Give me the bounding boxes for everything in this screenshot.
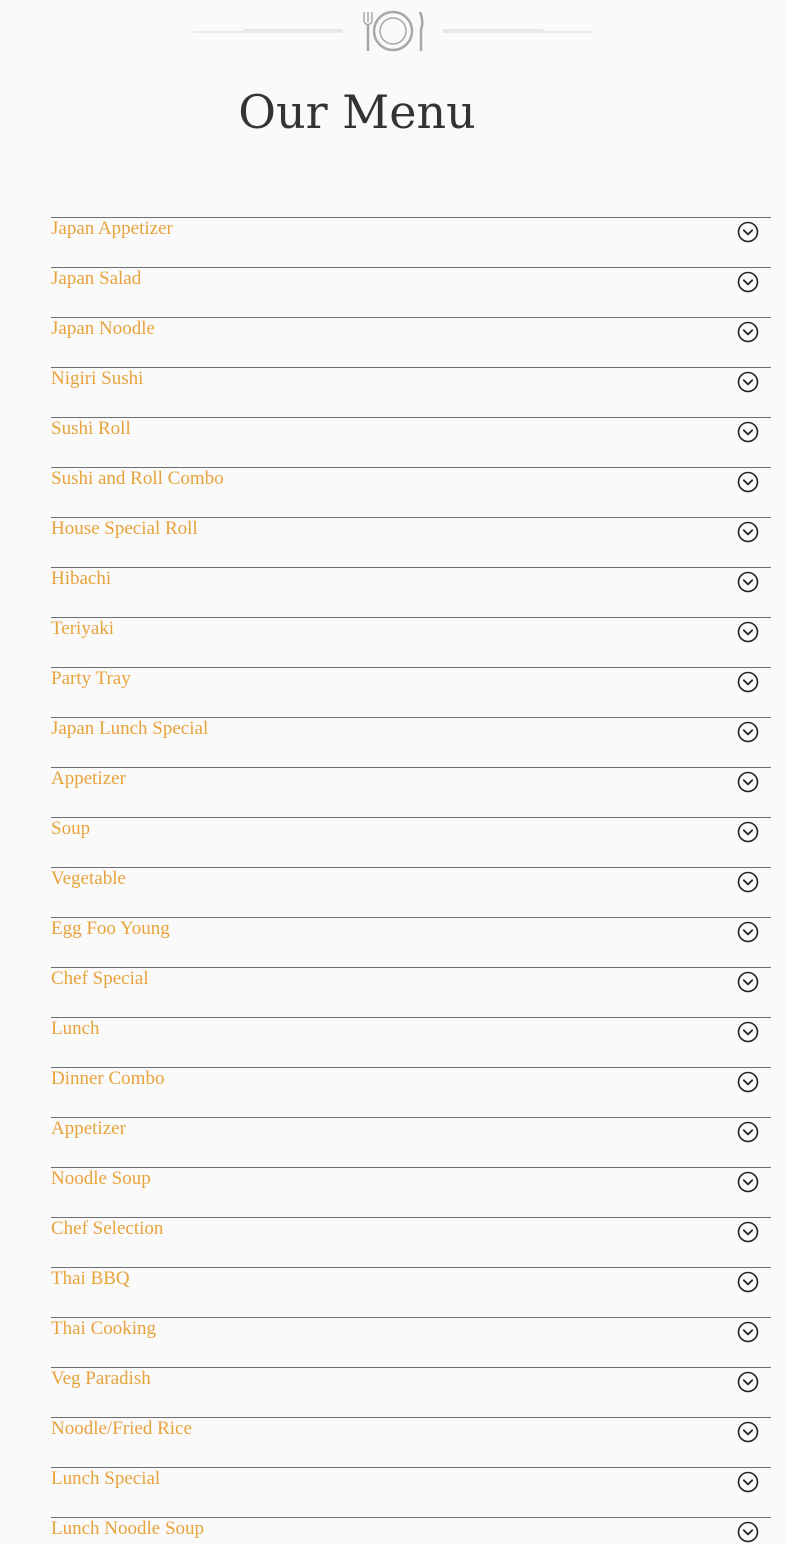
chevron-down-circle-icon[interactable] xyxy=(737,1421,759,1443)
chevron-down-circle-icon[interactable] xyxy=(737,521,759,543)
menu-category-item[interactable]: Appetizer xyxy=(51,767,771,817)
menu-category-item[interactable]: Chef Selection xyxy=(51,1217,771,1267)
menu-category-item[interactable]: House Special Roll xyxy=(51,517,771,567)
chevron-down-circle-icon[interactable] xyxy=(737,721,759,743)
menu-category-item[interactable]: Japan Salad xyxy=(51,267,771,317)
chevron-down-circle-icon[interactable] xyxy=(737,771,759,793)
menu-category-label: Lunch xyxy=(51,1018,100,1039)
menu-category-label: Dinner Combo xyxy=(51,1068,165,1089)
plate-fork-knife-icon xyxy=(193,10,593,52)
menu-category-label: Egg Foo Young xyxy=(51,918,170,939)
menu-category-label: Japan Salad xyxy=(51,268,142,289)
menu-category-item[interactable]: Soup xyxy=(51,817,771,867)
menu-category-label: Japan Lunch Special xyxy=(51,718,209,739)
menu-category-item[interactable]: Vegetable xyxy=(51,867,771,917)
menu-category-item[interactable]: Noodle/Fried Rice xyxy=(51,1417,771,1467)
menu-category-item[interactable]: Sushi and Roll Combo xyxy=(51,467,771,517)
menu-category-item[interactable]: Chef Special xyxy=(51,967,771,1017)
menu-category-label: Japan Noodle xyxy=(51,318,155,339)
chevron-down-circle-icon[interactable] xyxy=(737,971,759,993)
menu-category-item[interactable]: Dinner Combo xyxy=(51,1067,771,1117)
menu-category-label: Chef Selection xyxy=(51,1218,164,1239)
chevron-down-circle-icon[interactable] xyxy=(737,571,759,593)
menu-category-list: Japan Appetizer Japan Salad Japan Noodle… xyxy=(51,217,771,1544)
menu-category-label: Teriyaki xyxy=(51,618,115,639)
menu-category-item[interactable]: Veg Paradish xyxy=(51,1367,771,1417)
menu-category-label: Nigiri Sushi xyxy=(51,368,144,389)
menu-category-item[interactable]: Sushi Roll xyxy=(51,417,771,467)
menu-category-item[interactable]: Teriyaki xyxy=(51,617,771,667)
menu-category-label: Thai Cooking xyxy=(51,1318,157,1339)
menu-category-item[interactable]: Japan Noodle xyxy=(51,317,771,367)
menu-category-item[interactable]: Lunch Special xyxy=(51,1467,771,1517)
menu-category-label: Appetizer xyxy=(51,768,126,789)
menu-category-item[interactable]: Noodle Soup xyxy=(51,1167,771,1217)
menu-category-label: Lunch Noodle Soup xyxy=(51,1518,205,1539)
menu-category-item[interactable]: Thai Cooking xyxy=(51,1317,771,1367)
menu-category-item[interactable]: Lunch xyxy=(51,1017,771,1067)
menu-category-item[interactable]: Party Tray xyxy=(51,667,771,717)
menu-category-item[interactable]: Japan Lunch Special xyxy=(51,717,771,767)
menu-category-label: Chef Special xyxy=(51,968,149,989)
menu-category-label: Sushi Roll xyxy=(51,418,131,439)
menu-category-label: Japan Appetizer xyxy=(51,218,173,239)
menu-category-item[interactable]: Appetizer xyxy=(51,1117,771,1167)
chevron-down-circle-icon[interactable] xyxy=(737,371,759,393)
menu-category-label: Soup xyxy=(51,818,91,839)
chevron-down-circle-icon[interactable] xyxy=(737,221,759,243)
menu-category-label: Appetizer xyxy=(51,1118,126,1139)
chevron-down-circle-icon[interactable] xyxy=(737,621,759,643)
chevron-down-circle-icon[interactable] xyxy=(737,1171,759,1193)
menu-category-label: Veg Paradish xyxy=(51,1368,151,1389)
page-title: Our Menu xyxy=(238,85,476,139)
chevron-down-circle-icon[interactable] xyxy=(737,871,759,893)
chevron-down-circle-icon[interactable] xyxy=(737,821,759,843)
chevron-down-circle-icon[interactable] xyxy=(737,921,759,943)
chevron-down-circle-icon[interactable] xyxy=(737,1221,759,1243)
menu-category-label: Thai BBQ xyxy=(51,1268,130,1289)
chevron-down-circle-icon[interactable] xyxy=(737,1321,759,1343)
chevron-down-circle-icon[interactable] xyxy=(737,671,759,693)
chevron-down-circle-icon[interactable] xyxy=(737,1471,759,1493)
chevron-down-circle-icon[interactable] xyxy=(737,1271,759,1293)
menu-category-item[interactable]: Lunch Noodle Soup xyxy=(51,1517,771,1544)
chevron-down-circle-icon[interactable] xyxy=(737,1521,759,1543)
menu-category-label: Vegetable xyxy=(51,868,126,889)
chevron-down-circle-icon[interactable] xyxy=(737,1071,759,1093)
menu-category-item[interactable]: Hibachi xyxy=(51,567,771,617)
chevron-down-circle-icon[interactable] xyxy=(737,321,759,343)
chevron-down-circle-icon[interactable] xyxy=(737,471,759,493)
menu-category-item[interactable]: Thai BBQ xyxy=(51,1267,771,1317)
menu-category-label: Hibachi xyxy=(51,568,112,589)
menu-category-label: House Special Roll xyxy=(51,518,198,539)
chevron-down-circle-icon[interactable] xyxy=(737,1371,759,1393)
menu-category-label: Lunch Special xyxy=(51,1468,161,1489)
menu-category-item[interactable]: Nigiri Sushi xyxy=(51,367,771,417)
chevron-down-circle-icon[interactable] xyxy=(737,1121,759,1143)
menu-category-label: Party Tray xyxy=(51,668,131,689)
menu-category-label: Noodle/Fried Rice xyxy=(51,1418,192,1439)
chevron-down-circle-icon[interactable] xyxy=(737,1021,759,1043)
menu-category-label: Noodle Soup xyxy=(51,1168,151,1189)
chevron-down-circle-icon[interactable] xyxy=(737,421,759,443)
chevron-down-circle-icon[interactable] xyxy=(737,271,759,293)
menu-category-item[interactable]: Egg Foo Young xyxy=(51,917,771,967)
menu-category-label: Sushi and Roll Combo xyxy=(51,468,224,489)
menu-category-item[interactable]: Japan Appetizer xyxy=(51,217,771,267)
header-ornament xyxy=(0,0,785,60)
